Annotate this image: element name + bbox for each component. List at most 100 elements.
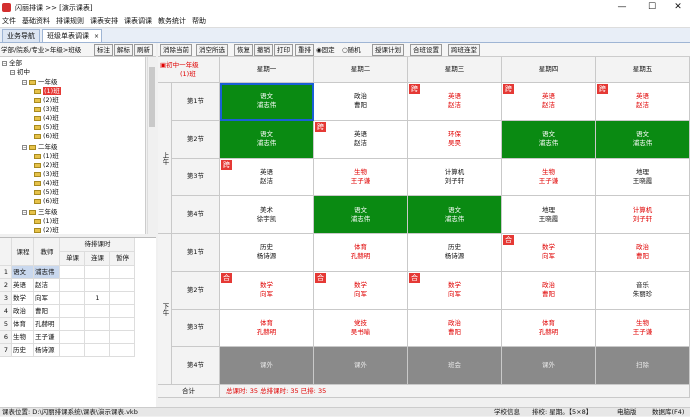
timetable-cell[interactable]: 音乐 朱丽珍 — [596, 271, 690, 310]
menu-file[interactable]: 文件 — [2, 16, 16, 26]
table-cell[interactable]: 1 — [85, 292, 110, 305]
refresh-button[interactable]: 刷新 — [134, 44, 153, 56]
cross-class-button[interactable]: 跨班连堂 — [448, 44, 480, 56]
undo-button[interactable]: 撤销 — [254, 44, 273, 56]
table-cell[interactable] — [110, 266, 135, 279]
unmark-button[interactable]: 解标 — [114, 44, 133, 56]
scrollbar-thumb[interactable] — [149, 67, 155, 127]
timetable-cell[interactable]: 合数学 向军 — [502, 234, 596, 272]
timetable-cell[interactable]: 语文 浦志伟 — [220, 120, 314, 159]
table-cell[interactable]: 向军 — [34, 292, 60, 305]
table-cell[interactable] — [85, 305, 110, 318]
fixed-radio[interactable]: ◉固定 — [316, 46, 335, 54]
timetable-cell[interactable]: 计算机 刘子轩 — [408, 158, 502, 197]
collapse-icon[interactable]: − — [10, 69, 15, 75]
timetable-cell[interactable]: 扫除 — [596, 347, 690, 385]
collapse-icon[interactable]: − — [22, 144, 27, 150]
timetable-cell[interactable]: 课外 — [314, 347, 408, 385]
table-cell[interactable]: 英语 — [12, 279, 34, 292]
timetable-cell[interactable]: 环保 吴昊 — [408, 120, 502, 159]
timetable-cell[interactable]: 跨英语 赵洁 — [596, 83, 690, 121]
timetable-cell[interactable]: 跨英语 赵洁 — [314, 120, 408, 159]
table-cell[interactable] — [60, 344, 85, 357]
rearrange-button[interactable]: 重排 — [295, 44, 314, 56]
row-number[interactable]: 4 — [0, 305, 12, 318]
timetable-cell[interactable]: 地理 王晓霞 — [596, 158, 690, 197]
tree-node-class[interactable]: (4)班 — [34, 114, 59, 122]
timetable-cell[interactable]: 历史 杨诗源 — [408, 234, 502, 272]
restore-button[interactable]: 恢复 — [234, 44, 253, 56]
timetable-cell[interactable]: 合数学 向军 — [220, 271, 314, 310]
timetable-cell[interactable]: 政治 曹阳 — [596, 234, 690, 272]
timetable-cell[interactable]: 语文 浦志伟 — [408, 196, 502, 234]
row-number[interactable]: 5 — [0, 318, 12, 331]
table-cell[interactable] — [60, 279, 85, 292]
table-cell[interactable]: 王子谦 — [34, 331, 60, 344]
table-cell[interactable] — [110, 305, 135, 318]
tree-node-junior[interactable]: − 初中 — [10, 68, 30, 76]
table-cell[interactable] — [60, 305, 85, 318]
tree-node-class[interactable]: (1)班 — [34, 217, 59, 225]
row-number[interactable]: 2 — [0, 279, 12, 292]
timetable-cell[interactable]: 地理 王晓霞 — [502, 196, 596, 234]
table-cell[interactable] — [85, 318, 110, 331]
table-cell[interactable]: 体育 — [12, 318, 34, 331]
menu-arrange[interactable]: 课表安排 — [90, 16, 118, 26]
merge-class-button[interactable]: 合班设置 — [410, 44, 442, 56]
maximize-button[interactable]: ☐ — [640, 0, 664, 15]
timetable-cell[interactable]: 班会 — [408, 347, 502, 385]
tree-node-class[interactable]: (2)班 — [34, 161, 59, 169]
row-number[interactable]: 3 — [0, 292, 12, 305]
timetable-cell[interactable]: 体育 孔赫明 — [502, 309, 596, 348]
tree-node-class[interactable]: (2)班 — [34, 96, 59, 104]
table-cell[interactable]: 语文 — [12, 266, 34, 279]
timetable-cell[interactable]: 生物 王子谦 — [596, 309, 690, 348]
random-radio[interactable]: ○随机 — [342, 46, 361, 54]
timetable-cell[interactable]: 语文 浦志伟 — [220, 83, 314, 121]
table-cell[interactable] — [60, 331, 85, 344]
table-cell[interactable] — [85, 279, 110, 292]
table-cell[interactable] — [60, 318, 85, 331]
table-cell[interactable] — [85, 344, 110, 357]
tree-node-class[interactable]: (3)班 — [34, 170, 59, 178]
timetable-cell[interactable]: 合数学 向军 — [408, 271, 502, 310]
table-cell[interactable]: 孔赫明 — [34, 318, 60, 331]
tree-node-class[interactable]: (2)班 — [34, 226, 59, 234]
row-number[interactable]: 7 — [0, 344, 12, 357]
close-button[interactable]: ✕ — [666, 0, 690, 15]
table-cell[interactable] — [85, 266, 110, 279]
table-cell[interactable] — [110, 344, 135, 357]
tree-node-all[interactable]: − 全部 — [2, 59, 22, 67]
timetable-cell[interactable]: 党技 吴书喻 — [314, 309, 408, 348]
timetable-cell[interactable]: 政治 曹阳 — [502, 271, 596, 310]
table-cell[interactable]: 历史 — [12, 344, 34, 357]
tab-close-icon[interactable]: × — [94, 30, 99, 43]
table-cell[interactable]: 赵洁 — [34, 279, 60, 292]
menu-stats[interactable]: 教务统计 — [158, 16, 186, 26]
timetable-cell[interactable]: 合数学 向军 — [314, 271, 408, 310]
row-number[interactable]: 1 — [0, 266, 12, 279]
tree-node-grade1[interactable]: − 一年级 — [22, 78, 58, 86]
menu-help[interactable]: 帮助 — [192, 16, 206, 26]
timetable-cell[interactable]: 课外 — [220, 347, 314, 385]
collapse-icon[interactable]: − — [2, 60, 7, 66]
row-number[interactable]: 6 — [0, 331, 12, 344]
print-button[interactable]: 打印 — [274, 44, 293, 56]
minimize-button[interactable]: — — [610, 0, 634, 15]
tree-node-class[interactable]: (5)班 — [34, 188, 59, 196]
table-cell[interactable]: 曹阳 — [34, 305, 60, 318]
collapse-icon[interactable]: − — [22, 209, 27, 215]
timetable-cell[interactable]: 体育 孔赫明 — [314, 234, 408, 272]
table-cell[interactable] — [110, 331, 135, 344]
timetable-cell[interactable]: 课外 — [502, 347, 596, 385]
timetable-cell[interactable]: 跨英语 赵洁 — [408, 83, 502, 121]
timetable-cell[interactable]: 政治 曹阳 — [408, 309, 502, 348]
timetable-cell[interactable]: 美术 徐宇凯 — [220, 196, 314, 234]
clear-selected-button[interactable]: 消空所选 — [196, 44, 228, 56]
teaching-plan-button[interactable]: 授课计划 — [372, 44, 404, 56]
timetable-cell[interactable]: 历史 杨诗源 — [220, 234, 314, 272]
tree-node-class[interactable]: (4)班 — [34, 179, 59, 187]
table-cell[interactable] — [110, 318, 135, 331]
timetable-cell[interactable]: 语文 浦志伟 — [596, 120, 690, 159]
table-cell[interactable] — [110, 279, 135, 292]
